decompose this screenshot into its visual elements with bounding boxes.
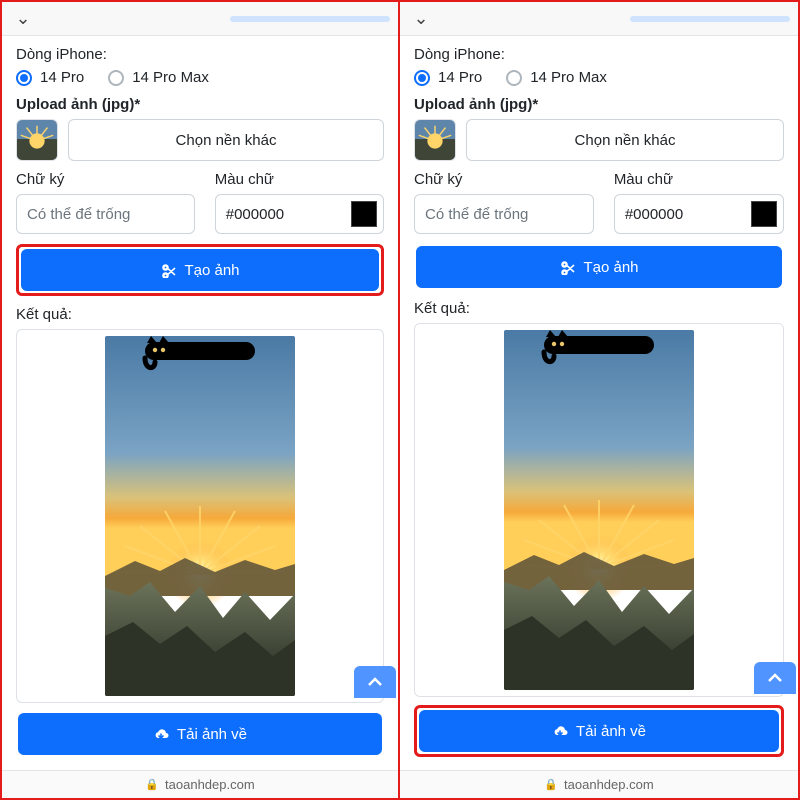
radio-label: 14 Pro Max	[530, 69, 607, 86]
button-label: Chọn nền khác	[176, 132, 277, 149]
button-label: Tải ảnh về	[177, 726, 247, 743]
url-bar[interactable]: 🔒 taoanhdep.com	[2, 770, 398, 798]
signature-label: Chữ ký	[414, 171, 594, 188]
url-text: taoanhdep.com	[564, 777, 654, 792]
download-button[interactable]: Tải ảnh về	[419, 710, 779, 752]
download-button[interactable]: Tải ảnh về	[18, 713, 382, 755]
button-label: Tải ảnh về	[576, 723, 646, 740]
signature-field-group: Chữ ký Có thể để trống	[16, 171, 195, 234]
radio-14-pro-max[interactable]: 14 Pro Max	[506, 69, 607, 86]
radio-label: 14 Pro	[438, 69, 482, 86]
iphone-line-label: Dòng iPhone:	[414, 46, 784, 63]
color-value: #000000	[226, 206, 284, 223]
form-content: Dòng iPhone: 14 Pro 14 Pro Max Upload ản…	[2, 36, 398, 770]
panel-left: ⌄ Dòng iPhone: 14 Pro 14 Pro Max Upload …	[2, 2, 400, 798]
scissors-icon	[559, 259, 575, 275]
sig-color-row: Chữ ký Có thể để trống Màu chữ #000000	[16, 171, 384, 234]
color-label: Màu chữ	[215, 171, 384, 188]
radio-dot-icon	[16, 70, 32, 86]
color-swatch[interactable]	[351, 201, 377, 227]
generate-button[interactable]: Tạo ảnh	[21, 249, 379, 291]
chevron-up-icon	[367, 674, 383, 690]
tab-indicator	[630, 16, 790, 22]
result-box	[16, 329, 384, 703]
generate-button[interactable]: Tạo ảnh	[416, 246, 782, 288]
url-text: taoanhdep.com	[165, 777, 255, 792]
result-wallpaper	[504, 330, 694, 690]
radio-14-pro-max[interactable]: 14 Pro Max	[108, 69, 209, 86]
download-wrap: Tải ảnh về	[16, 711, 384, 757]
sig-color-row: Chữ ký Có thể để trống Màu chữ #000000	[414, 171, 784, 234]
iphone-line-label: Dòng iPhone:	[16, 46, 384, 63]
generate-wrap: Tạo ảnh	[414, 244, 784, 290]
radio-14-pro[interactable]: 14 Pro	[16, 69, 84, 86]
scissors-icon	[160, 262, 176, 278]
cloud-download-icon	[153, 726, 169, 742]
result-label: Kết quả:	[16, 306, 384, 323]
cloud-download-icon	[552, 723, 568, 739]
lock-icon: 🔒	[145, 778, 159, 791]
choose-background-button[interactable]: Chọn nền khác	[466, 119, 784, 161]
download-highlight: Tải ảnh về	[414, 705, 784, 757]
color-field-group: Màu chữ #000000	[614, 171, 784, 234]
upload-label: Upload ảnh (jpg)*	[414, 96, 784, 113]
signature-input[interactable]: Có thể để trống	[16, 194, 195, 234]
color-input[interactable]: #000000	[614, 194, 784, 234]
button-label: Tạo ảnh	[184, 262, 239, 279]
radio-dot-icon	[506, 70, 522, 86]
result-label: Kết quả:	[414, 300, 784, 317]
lock-icon: 🔒	[544, 778, 558, 791]
radio-label: 14 Pro	[40, 69, 84, 86]
choose-background-button[interactable]: Chọn nền khác	[68, 119, 384, 161]
color-swatch[interactable]	[751, 201, 777, 227]
upload-row: Chọn nền khác	[414, 119, 784, 161]
upload-row: Chọn nền khác	[16, 119, 384, 161]
scroll-to-top-button[interactable]	[354, 666, 396, 698]
signature-label: Chữ ký	[16, 171, 195, 188]
button-label: Chọn nền khác	[575, 132, 676, 149]
iphone-line-radios: 14 Pro 14 Pro Max	[414, 69, 784, 86]
iphone-line-radios: 14 Pro 14 Pro Max	[16, 69, 384, 86]
comparison-container: ⌄ Dòng iPhone: 14 Pro 14 Pro Max Upload …	[2, 2, 798, 798]
upload-thumbnail[interactable]	[414, 119, 456, 161]
chevron-up-icon	[767, 670, 783, 686]
tab-indicator	[230, 16, 390, 22]
signature-field-group: Chữ ký Có thể để trống	[414, 171, 594, 234]
form-content: Dòng iPhone: 14 Pro 14 Pro Max Upload ản…	[400, 36, 798, 770]
result-wallpaper	[105, 336, 295, 696]
color-input[interactable]: #000000	[215, 194, 384, 234]
browser-topbar: ⌄	[400, 2, 798, 36]
url-bar[interactable]: 🔒 taoanhdep.com	[400, 770, 798, 798]
button-label: Tạo ảnh	[583, 259, 638, 276]
generate-highlight: Tạo ảnh	[16, 244, 384, 296]
result-box	[414, 323, 784, 697]
radio-14-pro[interactable]: 14 Pro	[414, 69, 482, 86]
color-label: Màu chữ	[614, 171, 784, 188]
panel-right: ⌄ Dòng iPhone: 14 Pro 14 Pro Max Upload …	[400, 2, 798, 798]
signature-input[interactable]: Có thể để trống	[414, 194, 594, 234]
upload-label: Upload ảnh (jpg)*	[16, 96, 384, 113]
browser-topbar: ⌄	[2, 2, 398, 36]
radio-dot-icon	[108, 70, 124, 86]
radio-label: 14 Pro Max	[132, 69, 209, 86]
scroll-to-top-button[interactable]	[754, 662, 796, 694]
color-field-group: Màu chữ #000000	[215, 171, 384, 234]
chevron-down-icon[interactable]: ⌄	[408, 6, 434, 32]
color-value: #000000	[625, 206, 683, 223]
upload-thumbnail[interactable]	[16, 119, 58, 161]
chevron-down-icon[interactable]: ⌄	[10, 6, 36, 32]
radio-dot-icon	[414, 70, 430, 86]
